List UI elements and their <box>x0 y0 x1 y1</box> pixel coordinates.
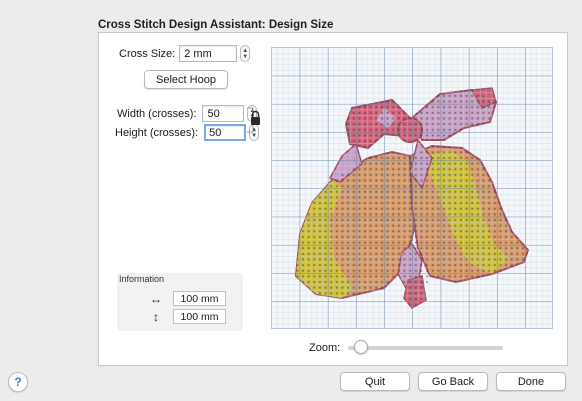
height-field[interactable]: 50 <box>204 124 247 141</box>
information-title: Information <box>119 274 165 284</box>
quit-button[interactable]: Quit <box>340 372 410 391</box>
design-size-panel: Cross Size: 2 mm ▲ ▼ Select Hoop Width (… <box>98 32 568 366</box>
dialog-title: Cross Stitch Design Assistant: Design Si… <box>98 19 334 31</box>
design-preview[interactable] <box>271 47 553 329</box>
cross-size-row: Cross Size: 2 mm ▲ ▼ <box>119 45 251 62</box>
zoom-label: Zoom: <box>309 342 341 354</box>
zoom-row: Zoom: <box>309 340 504 354</box>
info-width-row: ↔ 100 mm <box>145 291 226 306</box>
aspect-lock-icon[interactable] <box>246 103 262 137</box>
info-width-value: 100 mm <box>173 291 226 306</box>
width-field[interactable]: 50 <box>202 105 245 122</box>
height-label: Height (crosses): <box>115 126 199 139</box>
done-button[interactable]: Done <box>496 372 566 391</box>
cross-size-stepper[interactable]: ▲ ▼ <box>240 45 251 62</box>
stepper-down-icon: ▼ <box>242 53 249 60</box>
go-back-button[interactable]: Go Back <box>418 372 488 391</box>
cross-size-field[interactable]: 2 mm <box>179 45 238 62</box>
info-height-value: 100 mm <box>173 309 226 324</box>
zoom-slider-knob[interactable] <box>354 340 369 354</box>
select-hoop-button[interactable]: Select Hoop <box>144 70 228 89</box>
info-height-row: ↕ 100 mm <box>145 309 226 324</box>
vertical-arrow-icon: ↕ <box>153 309 159 324</box>
help-button[interactable]: ? <box>8 372 28 392</box>
width-label: Width (crosses): <box>117 107 197 120</box>
cross-size-label: Cross Size: <box>119 47 176 60</box>
height-row: Height (crosses): 50 ▲ ▼ <box>115 124 260 141</box>
horizontal-arrow-icon: ↔ <box>150 291 162 306</box>
width-row: Width (crosses): 50 ▲ ▼ <box>117 105 258 122</box>
stitch-grid <box>272 48 552 328</box>
zoom-slider[interactable] <box>348 340 504 354</box>
